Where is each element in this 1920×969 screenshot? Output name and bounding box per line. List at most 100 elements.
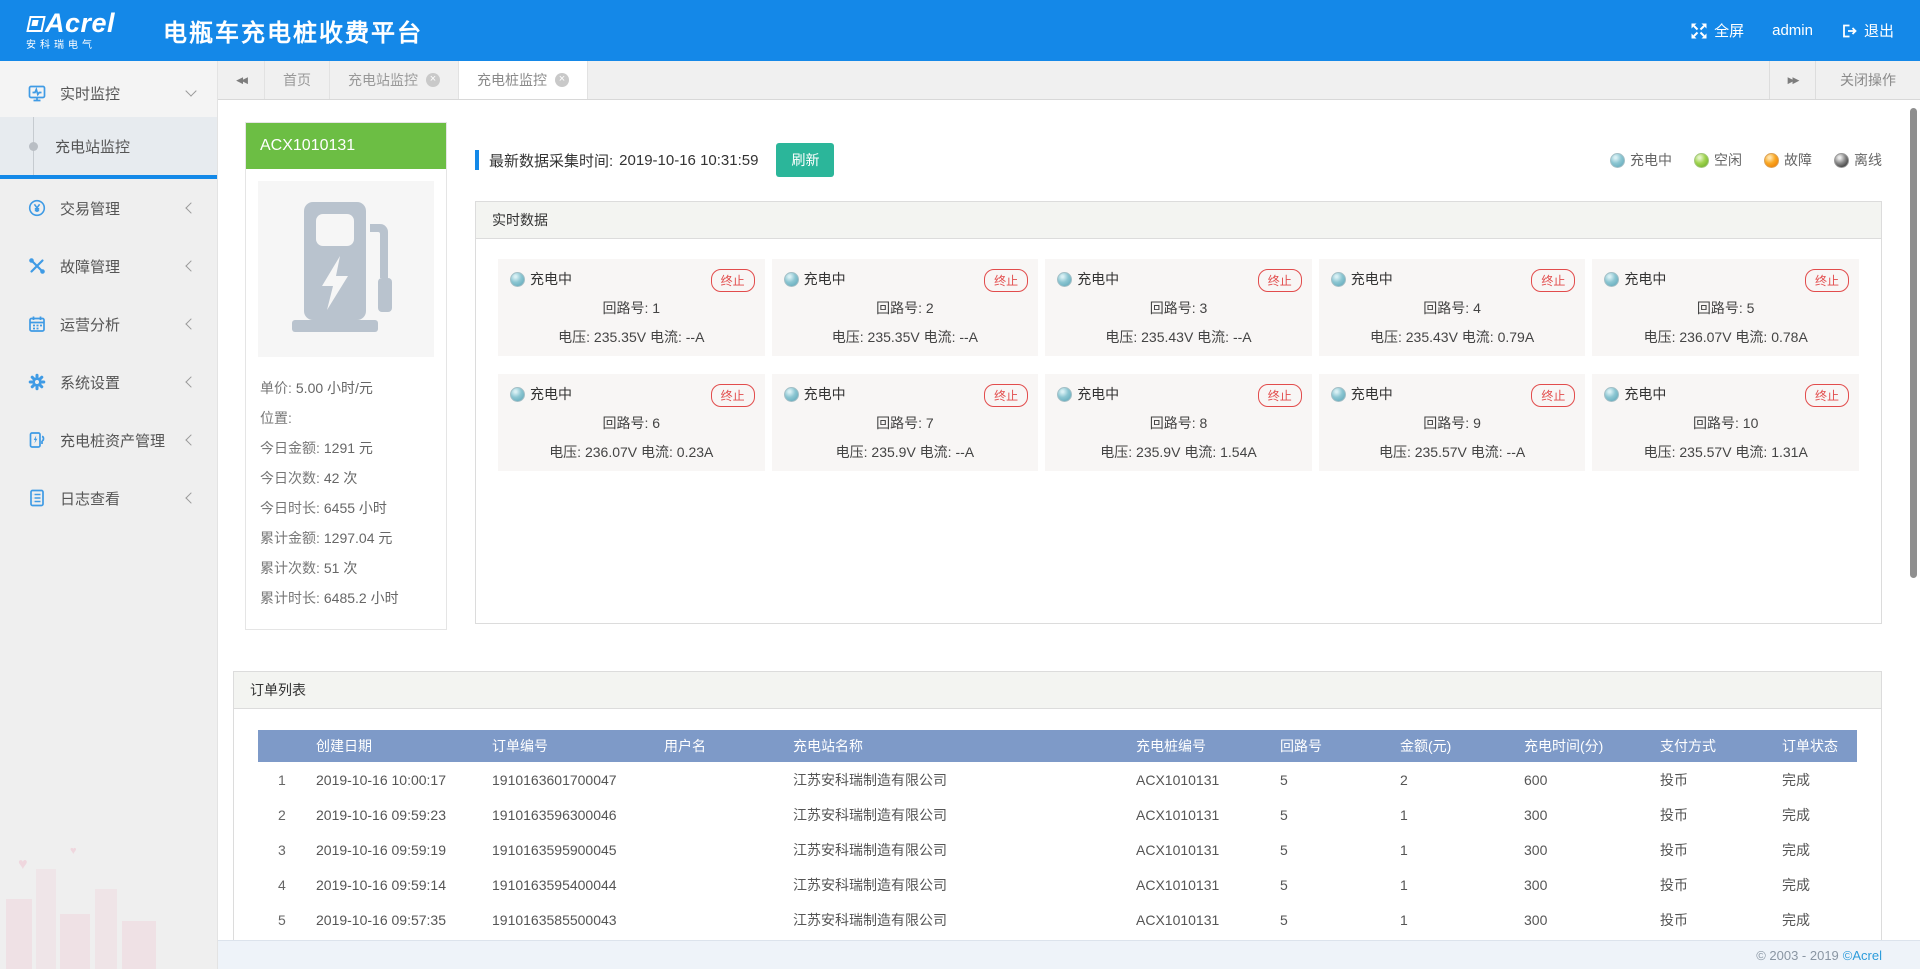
- submenu-dot-icon: [29, 142, 38, 151]
- sidebar-item-label: 交易管理: [60, 198, 120, 219]
- stop-button[interactable]: 终止: [1805, 384, 1849, 407]
- column-header: 金额(元): [1400, 730, 1524, 762]
- table-cell: 完成: [1782, 867, 1857, 902]
- main-content: ACX1010131 单价:: [218, 100, 1920, 940]
- table-cell: 1910163601700047: [492, 762, 664, 797]
- stop-button[interactable]: 终止: [1531, 384, 1575, 407]
- table-cell: 江苏安科瑞制造有限公司: [793, 867, 1136, 902]
- user-menu[interactable]: admin: [1772, 22, 1813, 39]
- sidebar-item-logs[interactable]: 日志查看: [0, 469, 217, 527]
- table-cell: 投币: [1660, 797, 1782, 832]
- tab-station-monitor[interactable]: 充电站监控 ×: [330, 61, 459, 99]
- table-cell: ACX1010131: [1136, 762, 1280, 797]
- table-cell: 投币: [1660, 832, 1782, 867]
- charging-dot-icon: [1057, 272, 1072, 287]
- fullscreen-button[interactable]: 全屏: [1691, 20, 1744, 41]
- scroll-tabs-right-button[interactable]: ▶▶: [1769, 61, 1815, 99]
- vertical-scrollbar[interactable]: [1910, 108, 1917, 578]
- sidebar-item-station-monitor[interactable]: 充电站监控: [0, 117, 217, 175]
- orders-panel: 订单列表 创建日期订单编号用户名充电站名称充电桩编号回路号金额(元)充电时间(分…: [233, 671, 1882, 940]
- pile-asset-icon: [27, 430, 47, 450]
- table-cell: 1910163595400044: [492, 867, 664, 902]
- table-cell: ACX1010131: [1136, 797, 1280, 832]
- table-cell: 300: [1524, 797, 1660, 832]
- app-header: Acrel 安科瑞电气 电瓶车充电桩收费平台 全屏 admin: [0, 0, 1920, 61]
- table-cell: 600: [1524, 762, 1660, 797]
- collect-time-value: 2019-10-16 10:31:59: [619, 152, 758, 169]
- device-stat-row: 位置:: [260, 403, 432, 433]
- channel-card: 充电中 终止 回路号: 5 电压: 236.07V 电流: 0.78A: [1592, 259, 1859, 356]
- stop-button[interactable]: 终止: [711, 384, 755, 407]
- fault-icon: [27, 256, 47, 276]
- column-header: 回路号: [1280, 730, 1400, 762]
- table-cell: [664, 867, 793, 902]
- device-stats: 单价:5.00 小时/元位置:今日金额:1291 元今日次数:42 次今日时长:…: [246, 369, 446, 629]
- logo-subtext: 安科瑞电气: [26, 41, 115, 51]
- channel-circuit: 回路号: 2: [784, 298, 1027, 318]
- stop-button[interactable]: 终止: [711, 269, 755, 292]
- device-stat-row: 累计金额:1297.04 元: [260, 523, 432, 553]
- acrel-logo: Acrel 安科瑞电气: [26, 10, 115, 51]
- stop-button[interactable]: 终止: [1258, 269, 1302, 292]
- sidebar-item-label: 日志查看: [60, 488, 120, 509]
- sidebar-item-faults[interactable]: 故障管理: [0, 237, 217, 295]
- sidebar-item-settings[interactable]: 系统设置: [0, 353, 217, 411]
- calendar-icon: [27, 314, 47, 334]
- sidebar-item-analytics[interactable]: 运营分析: [0, 295, 217, 353]
- monitor-icon: [27, 83, 47, 103]
- sidebar: 实时监控 充电站监控 交易管理: [0, 61, 218, 969]
- sidebar-item-realtime-monitor[interactable]: 实时监控: [0, 69, 217, 117]
- table-cell: 江苏安科瑞制造有限公司: [793, 797, 1136, 832]
- tab-pile-monitor[interactable]: 充电桩监控 ×: [459, 61, 588, 99]
- table-cell: ACX1010131: [1136, 902, 1280, 937]
- table-cell: 300: [1524, 902, 1660, 937]
- orders-table: 创建日期订单编号用户名充电站名称充电桩编号回路号金额(元)充电时间(分)支付方式…: [258, 730, 1857, 937]
- fullscreen-label: 全屏: [1714, 20, 1744, 41]
- stop-button[interactable]: 终止: [1258, 384, 1302, 407]
- chevron-left-icon: [185, 434, 196, 445]
- close-operations-button[interactable]: 关闭操作: [1815, 61, 1920, 99]
- stop-button[interactable]: 终止: [984, 384, 1028, 407]
- channel-card: 充电中 终止 回路号: 2 电压: 235.35V 电流: --A: [772, 259, 1039, 356]
- refresh-button[interactable]: 刷新: [776, 143, 834, 177]
- scroll-tabs-left-button[interactable]: ◀◀: [218, 61, 264, 99]
- double-right-arrow-icon: ▶▶: [1788, 75, 1798, 86]
- channel-card: 充电中 终止 回路号: 7 电压: 235.9V 电流: --A: [772, 374, 1039, 471]
- sidebar-item-label: 系统设置: [60, 372, 120, 393]
- channel-circuit: 回路号: 5: [1604, 298, 1847, 318]
- charging-dot-icon: [1331, 387, 1346, 402]
- legend-fault: 故障: [1764, 150, 1812, 170]
- charging-dot-icon: [1610, 153, 1625, 168]
- channel-voltage-current: 电压: 235.35V 电流: --A: [510, 327, 753, 347]
- stop-button[interactable]: 终止: [1805, 269, 1849, 292]
- logout-button[interactable]: 退出: [1841, 20, 1894, 41]
- table-cell: 2019-10-16 09:57:35: [316, 902, 492, 937]
- table-row: 42019-10-16 09:59:141910163595400044江苏安科…: [258, 867, 1857, 902]
- table-cell: 300: [1524, 832, 1660, 867]
- sidebar-group-realtime: 实时监控 充电站监控: [0, 61, 217, 175]
- tab-home[interactable]: 首页: [264, 61, 330, 99]
- tab-bar: ◀◀ 首页 充电站监控 × 充电桩监控 × ▶▶ 关闭操作: [218, 61, 1920, 100]
- close-icon[interactable]: ×: [426, 73, 440, 87]
- table-cell: [664, 902, 793, 937]
- table-cell: 完成: [1782, 797, 1857, 832]
- close-icon[interactable]: ×: [555, 73, 569, 87]
- header-actions: 全屏 admin 退出: [1691, 20, 1894, 41]
- sidebar-item-pile-assets[interactable]: 充电桩资产管理: [0, 411, 217, 469]
- copyright-text: © 2003 - 2019: [1756, 948, 1839, 963]
- column-header: 充电时间(分): [1524, 730, 1660, 762]
- channel-card: 充电中 终止 回路号: 1 电压: 235.35V 电流: --A: [498, 259, 765, 356]
- username-label: admin: [1772, 22, 1813, 39]
- acrel-link[interactable]: ©Acrel: [1843, 948, 1882, 963]
- table-row: 12019-10-16 10:00:171910163601700047江苏安科…: [258, 762, 1857, 797]
- tab-label: 首页: [283, 70, 311, 90]
- stop-button[interactable]: 终止: [1531, 269, 1575, 292]
- table-cell: 完成: [1782, 762, 1857, 797]
- sidebar-item-transactions[interactable]: 交易管理: [0, 179, 217, 237]
- tab-label: 充电桩监控: [477, 70, 547, 90]
- gear-icon: [27, 372, 47, 392]
- channel-circuit: 回路号: 10: [1604, 413, 1847, 433]
- channel-card: 充电中 终止 回路号: 6 电压: 236.07V 电流: 0.23A: [498, 374, 765, 471]
- table-cell: 2019-10-16 09:59:23: [316, 797, 492, 832]
- stop-button[interactable]: 终止: [984, 269, 1028, 292]
